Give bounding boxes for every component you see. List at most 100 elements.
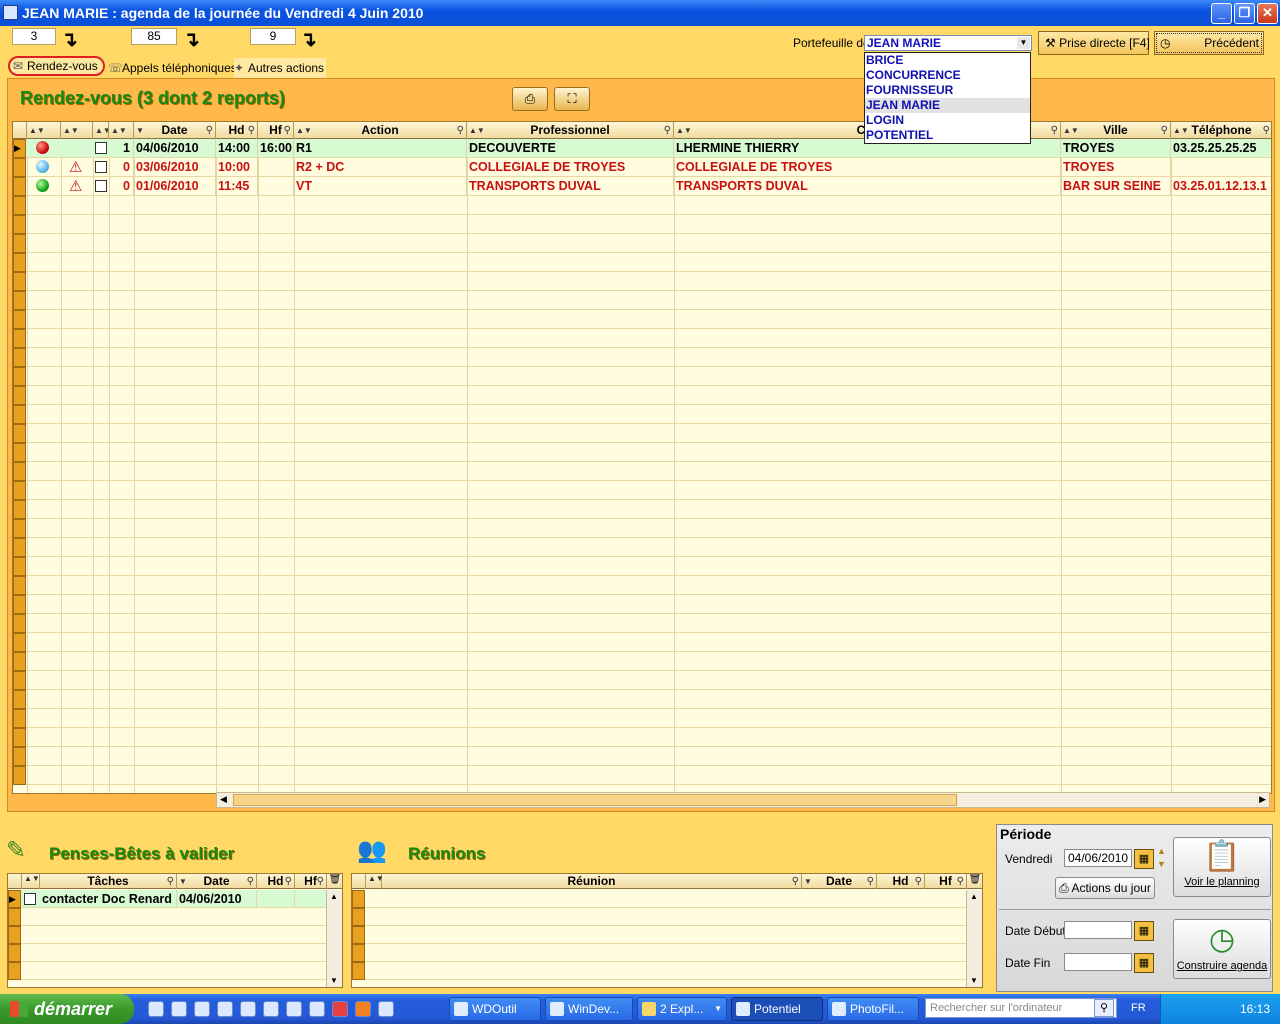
clock[interactable]: 16:13	[1240, 1002, 1270, 1016]
search-icon[interactable]: ⚲	[1094, 999, 1114, 1017]
row-header[interactable]	[13, 652, 26, 671]
date-debut-field[interactable]	[1064, 921, 1132, 939]
table-row[interactable]	[8, 908, 328, 926]
vertical-scrollbar[interactable]: ▲ ▼	[966, 890, 982, 987]
row-header[interactable]	[13, 690, 26, 709]
app-icon[interactable]	[378, 1001, 394, 1017]
ie-icon[interactable]	[148, 1001, 164, 1017]
table-row[interactable]	[13, 443, 1271, 462]
col-taches[interactable]: Tâches ⚲	[40, 874, 177, 889]
table-row[interactable]	[13, 652, 1271, 671]
table-row[interactable]	[352, 926, 968, 944]
row-header[interactable]	[13, 557, 26, 576]
row-header[interactable]	[13, 500, 26, 519]
task-wdoutil[interactable]: WDOutil	[449, 997, 541, 1021]
table-row[interactable]	[13, 215, 1271, 234]
col-hf[interactable]: Hf ⚲	[258, 122, 294, 139]
prise-directe-button[interactable]: ⚒ Prise directe [F4]	[1038, 31, 1150, 55]
taskbar-search-input[interactable]: Rechercher sur l'ordinateur	[925, 998, 1117, 1018]
col-check[interactable]: ▲▼	[93, 122, 109, 139]
cell-action[interactable]: R1	[294, 139, 467, 158]
table-row[interactable]	[13, 253, 1271, 272]
app-icon[interactable]	[263, 1001, 279, 1017]
cell-hd[interactable]: 14:00	[216, 139, 258, 158]
row-header[interactable]	[13, 576, 26, 595]
table-row[interactable]	[13, 462, 1271, 481]
row-header[interactable]	[13, 538, 26, 557]
tab-appels-telephoniques[interactable]: ☏Appels téléphoniques	[108, 58, 237, 78]
reunions-table[interactable]: ▲▼ Réunion ⚲ ▼ Date ⚲ Hd ⚲ Hf ⚲ 🗑 ▲ ▼	[351, 873, 983, 988]
row-header[interactable]	[13, 728, 26, 747]
col-date[interactable]: ▼ Date ⚲	[134, 122, 216, 139]
col-hd[interactable]: Hd ⚲	[877, 874, 925, 889]
table-row[interactable]	[13, 766, 1271, 785]
dropdown-option[interactable]: BRICE	[865, 53, 1030, 68]
print-button[interactable]: ⎙	[512, 87, 548, 111]
col-telephone[interactable]: ▲▼ Téléphone ⚲	[1171, 122, 1271, 139]
expand-button[interactable]: ⛶	[554, 87, 590, 111]
pensebetes-table[interactable]: ▲▼ Tâches ⚲ ▼ Date ⚲ Hd ⚲ Hf ⚲ 🗑 ▶ contacter D…	[7, 873, 343, 988]
arrow-down-icon[interactable]: ↴	[300, 30, 317, 50]
app-icon[interactable]	[309, 1001, 325, 1017]
col-hf[interactable]: Hf ⚲	[295, 874, 327, 889]
row-header[interactable]	[8, 908, 21, 926]
table-row[interactable]	[13, 690, 1271, 709]
row-header[interactable]	[13, 196, 26, 215]
table-row[interactable]	[13, 386, 1271, 405]
language-indicator[interactable]: FR	[1131, 1002, 1146, 1014]
col-ville[interactable]: ▲▼ Ville ⚲	[1061, 122, 1171, 139]
row-header[interactable]	[352, 962, 365, 980]
col-date[interactable]: ▼ Date ⚲	[177, 874, 257, 889]
cell-telephone[interactable]: 03.25.25.25.25	[1171, 139, 1271, 158]
col-action[interactable]: ▲▼ Action ⚲	[294, 122, 467, 139]
row-header[interactable]	[13, 709, 26, 728]
row-header[interactable]	[13, 367, 26, 386]
precedent-button[interactable]: ◷ Précédent	[1154, 31, 1264, 55]
cell-date[interactable]: 01/06/2010	[134, 177, 216, 196]
app-icon[interactable]	[286, 1001, 302, 1017]
table-row[interactable]	[8, 926, 328, 944]
date-stepper[interactable]: ▲ ▼	[1157, 845, 1166, 871]
row-header[interactable]	[352, 908, 365, 926]
table-row[interactable]	[13, 614, 1271, 633]
table-row[interactable]	[13, 728, 1271, 747]
trash-icon[interactable]: 🗑	[967, 874, 982, 889]
table-row[interactable]	[8, 944, 328, 962]
row-pointer-icon[interactable]: ▶	[8, 890, 21, 908]
row-header[interactable]	[13, 348, 26, 367]
cell-ville[interactable]: TROYES	[1061, 139, 1171, 158]
cell-professionnel[interactable]: TRANSPORTS DUVAL	[467, 177, 674, 196]
row-header[interactable]	[13, 633, 26, 652]
table-row[interactable]: ▶ 1 04/06/2010 14:00 16:00 R1 DECOUVERTE LHERMI…	[13, 139, 1271, 158]
col-hd[interactable]: Hd ⚲	[216, 122, 258, 139]
cell-telephone[interactable]	[1171, 158, 1271, 177]
table-row[interactable]	[13, 310, 1271, 329]
table-row[interactable]	[13, 595, 1271, 614]
table-row[interactable]	[13, 538, 1271, 557]
table-row[interactable]	[13, 519, 1271, 538]
task-windev[interactable]: WinDev...	[545, 997, 633, 1021]
cell-hd[interactable]: 11:45	[216, 177, 258, 196]
row-header[interactable]	[13, 405, 26, 424]
close-button[interactable]: ✕	[1257, 3, 1278, 24]
row-checkbox[interactable]	[24, 893, 36, 905]
row-header[interactable]	[13, 177, 26, 196]
dropdown-option[interactable]: JEAN MARIE	[865, 98, 1030, 113]
row-header[interactable]	[13, 481, 26, 500]
row-header[interactable]	[13, 424, 26, 443]
dropdown-option[interactable]: CONCURRENCE	[865, 68, 1030, 83]
row-header[interactable]	[13, 329, 26, 348]
cell-action[interactable]: VT	[294, 177, 467, 196]
table-row[interactable]	[13, 633, 1271, 652]
firefox-icon[interactable]	[355, 1001, 371, 1017]
table-row[interactable]	[13, 671, 1271, 690]
table-row[interactable]	[352, 908, 968, 926]
desktop-icon[interactable]	[194, 1001, 210, 1017]
col-warning[interactable]: ▲▼	[61, 122, 93, 139]
row-header[interactable]	[13, 291, 26, 310]
task-potentiel[interactable]: Potentiel	[731, 997, 823, 1021]
col-hf[interactable]: Hf ⚲	[925, 874, 967, 889]
table-row[interactable]	[13, 576, 1271, 595]
table-row[interactable]	[352, 944, 968, 962]
minimize-button[interactable]: _	[1211, 3, 1232, 24]
